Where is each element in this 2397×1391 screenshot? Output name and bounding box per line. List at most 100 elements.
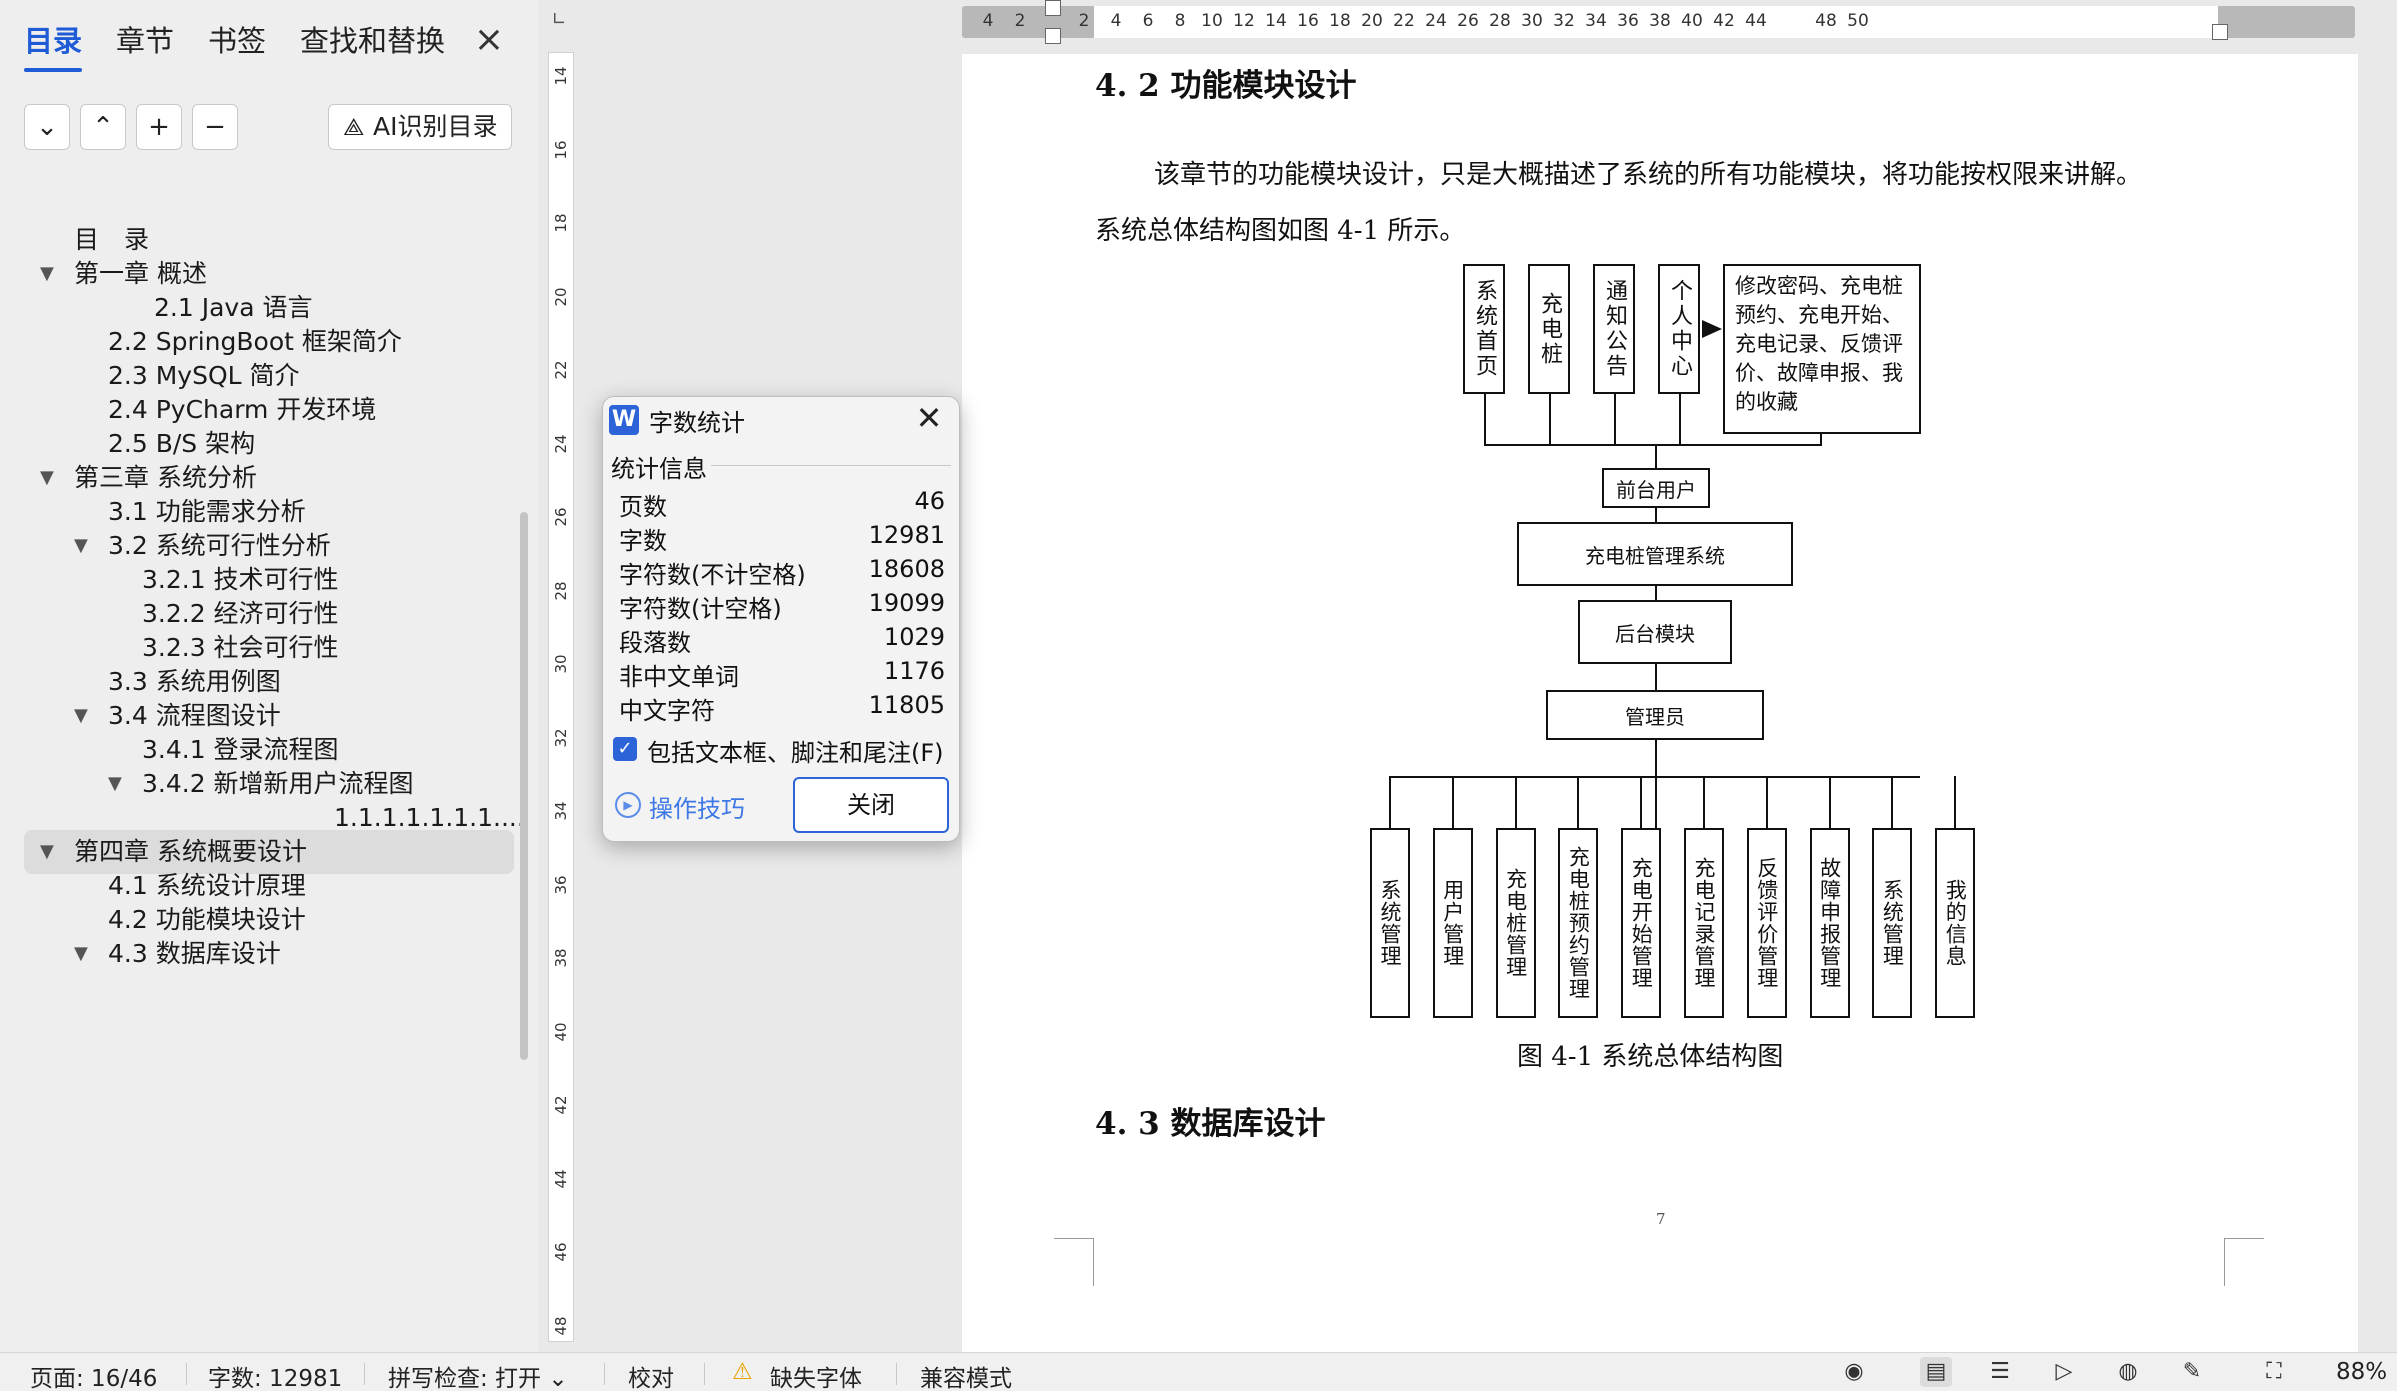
right-indent-marker[interactable] — [2212, 24, 2228, 40]
document-page[interactable]: 4. 2 功能模块设计 该章节的功能模块设计，只是大概描述了系统的所有功能模块，… — [962, 54, 2358, 1352]
vertical-ruler[interactable]: 14 16 18 20 22 24 26 28 30 32 34 36 38 40 42 44 46 48 — [548, 52, 574, 1342]
stat-value: 1029 — [883, 623, 945, 651]
include-textbox-label[interactable]: 包括文本框、脚注和尾注(F) — [647, 733, 944, 768]
stat-value: 12981 — [868, 521, 945, 549]
add-heading-button[interactable]: + — [136, 104, 182, 150]
navigation-pane: 目录 章节 书签 查找和替换 × ⌄ ⌃ + − ⟁ AI识别目录 目 录 ▼ 第一章… — [0, 0, 538, 1352]
tips-link[interactable]: 操作技巧 — [649, 789, 745, 824]
proofread-button[interactable]: 校对 — [628, 1359, 674, 1391]
diagram-box-personal-detail: 修改密码、充电桩预约、充电开始、充电记录、反馈评价、故障申报、我的收藏 — [1723, 264, 1921, 434]
connector — [1577, 776, 1580, 828]
diagram-box-module: 我的信息 — [1935, 828, 1976, 1018]
diagram-box-system: 充电桩管理系统 — [1517, 522, 1793, 586]
divider — [604, 1363, 605, 1385]
toc-item[interactable]: ▼ 4.3 数据库设计 — [24, 932, 514, 976]
tab-toc[interactable]: 目录 — [24, 18, 83, 72]
page-indicator[interactable]: 页面: 16/46 — [30, 1359, 157, 1391]
web-icon[interactable]: ◍ — [2112, 1357, 2144, 1387]
ruler-tick-label: 2 — [1014, 11, 1026, 31]
include-textbox-checkbox[interactable]: ✓ — [613, 737, 637, 761]
close-icon[interactable]: × — [472, 20, 506, 60]
connector — [1614, 394, 1616, 416]
arrow-icon — [1702, 320, 1722, 338]
ruler-tick-label: 14 — [1265, 11, 1287, 31]
connector — [1484, 394, 1486, 416]
connector — [1820, 434, 1822, 446]
ruler-tick-label: 42 — [552, 1095, 570, 1115]
divider — [704, 1363, 705, 1385]
connector — [1765, 776, 1768, 828]
stat-label: 非中文单词 — [619, 663, 739, 691]
tab-bookmarks[interactable]: 书签 — [208, 18, 266, 66]
nav-scrollbar[interactable] — [520, 512, 528, 1060]
ruler-tick-label: 48 — [552, 1315, 570, 1336]
ruler-tick-label: 4 — [982, 11, 994, 31]
page-number: 7 — [1656, 1210, 1666, 1228]
diagram-box-module: 充电开始管理 — [1621, 828, 1662, 1018]
triangle-down-icon[interactable]: ▼ — [74, 932, 88, 976]
ruler-tick-label: 28 — [552, 580, 570, 601]
word-count-indicator[interactable]: 字数: 12981 — [208, 1359, 342, 1391]
stat-row: 非中文单词 1176 — [619, 657, 945, 691]
outline-view-icon[interactable]: ☰ — [1984, 1357, 2016, 1387]
connector — [1451, 776, 1454, 828]
tab-chapters[interactable]: 章节 — [116, 18, 174, 66]
tab-find-replace[interactable]: 查找和替换 — [300, 18, 445, 66]
close-icon[interactable]: ✕ — [909, 399, 949, 437]
close-button[interactable]: 关闭 — [793, 777, 949, 833]
horizontal-ruler[interactable]: 4 2 2 4 6 8 10 12 14 16 18 20 22 24 26 28 30 32 34 36 38 40 42… — [962, 0, 2355, 44]
ruler-tick-label: 16 — [1297, 11, 1319, 31]
wps-logo-icon: W — [609, 405, 639, 435]
ruler-tick-label: 38 — [552, 948, 570, 968]
ruler-tick-label: 48 — [1815, 11, 1837, 31]
stat-value: 1176 — [883, 657, 945, 685]
ruler-tick-label: 40 — [1681, 11, 1703, 31]
chevron-up-icon: ⌃ — [92, 112, 114, 142]
tab-stop-selector[interactable]: ∟ — [549, 10, 569, 30]
diagram-box-notice: 通知公告 — [1593, 264, 1635, 394]
heading-4-3: 4. 3 数据库设计 — [1095, 1106, 1326, 1142]
left-indent-marker[interactable] — [1045, 28, 1061, 44]
connector — [1484, 444, 1822, 446]
stat-label: 中文字符 — [619, 697, 715, 725]
ruler-tick-label: 22 — [552, 360, 570, 380]
stat-row: 字符数(计空格) 19099 — [619, 589, 945, 623]
stat-value: 11805 — [868, 691, 945, 719]
expand-level-button[interactable]: ⌄ — [24, 104, 70, 150]
diagram-box-module: 充电记录管理 — [1684, 828, 1724, 1018]
connector — [1389, 776, 1391, 828]
stat-value: 46 — [914, 487, 945, 515]
ruler-tick-label: 18 — [552, 213, 570, 233]
page-view-icon[interactable]: ▤ — [1920, 1357, 1952, 1387]
first-line-indent-marker[interactable] — [1045, 0, 1061, 16]
collapse-level-button[interactable]: ⌃ — [80, 104, 126, 150]
stat-label: 字符数(不计空格) — [619, 561, 806, 589]
remove-heading-button[interactable]: − — [192, 104, 238, 150]
diagram-box-backend: 后台模块 — [1578, 600, 1732, 664]
zoom-level[interactable]: 88% — [2336, 1359, 2387, 1385]
connector — [1703, 776, 1705, 828]
stat-row: 字数 12981 — [619, 521, 945, 555]
ruler-tick-label: 36 — [1617, 11, 1639, 31]
dialog-title: 字数统计 — [649, 409, 745, 437]
play-icon[interactable]: ▷ — [2048, 1357, 2080, 1387]
ruler-tick-label: 38 — [1649, 11, 1671, 31]
figure-caption: 图 4-1 系统总体结构图 — [1517, 1042, 1784, 1072]
eye-icon[interactable]: ◉ — [1838, 1357, 1870, 1387]
fit-icon[interactable]: ⛶ — [2258, 1357, 2290, 1387]
stat-value: 19099 — [868, 589, 945, 617]
ruler-tick-label: 14 — [552, 66, 570, 86]
ai-recognize-toc-button[interactable]: ⟁ AI识别目录 — [328, 104, 512, 150]
ruler-tick-label: 24 — [1425, 11, 1447, 31]
connector — [1679, 416, 1681, 446]
stat-value: 18608 — [868, 555, 945, 583]
stat-row: 段落数 1029 — [619, 623, 945, 657]
pen-icon[interactable]: ✎ — [2176, 1357, 2208, 1387]
play-circle-icon[interactable]: ▶ — [615, 792, 641, 818]
diagram-box-charger: 充电桩 — [1528, 264, 1570, 394]
spell-check-dropdown[interactable]: 拼写检查: 打开 ⌄ — [388, 1359, 568, 1391]
stat-label: 段落数 — [619, 629, 691, 657]
diagram-box-module: 用户管理 — [1432, 828, 1473, 1018]
missing-font-button[interactable]: 缺失字体 — [770, 1359, 862, 1391]
connector — [1549, 416, 1551, 446]
